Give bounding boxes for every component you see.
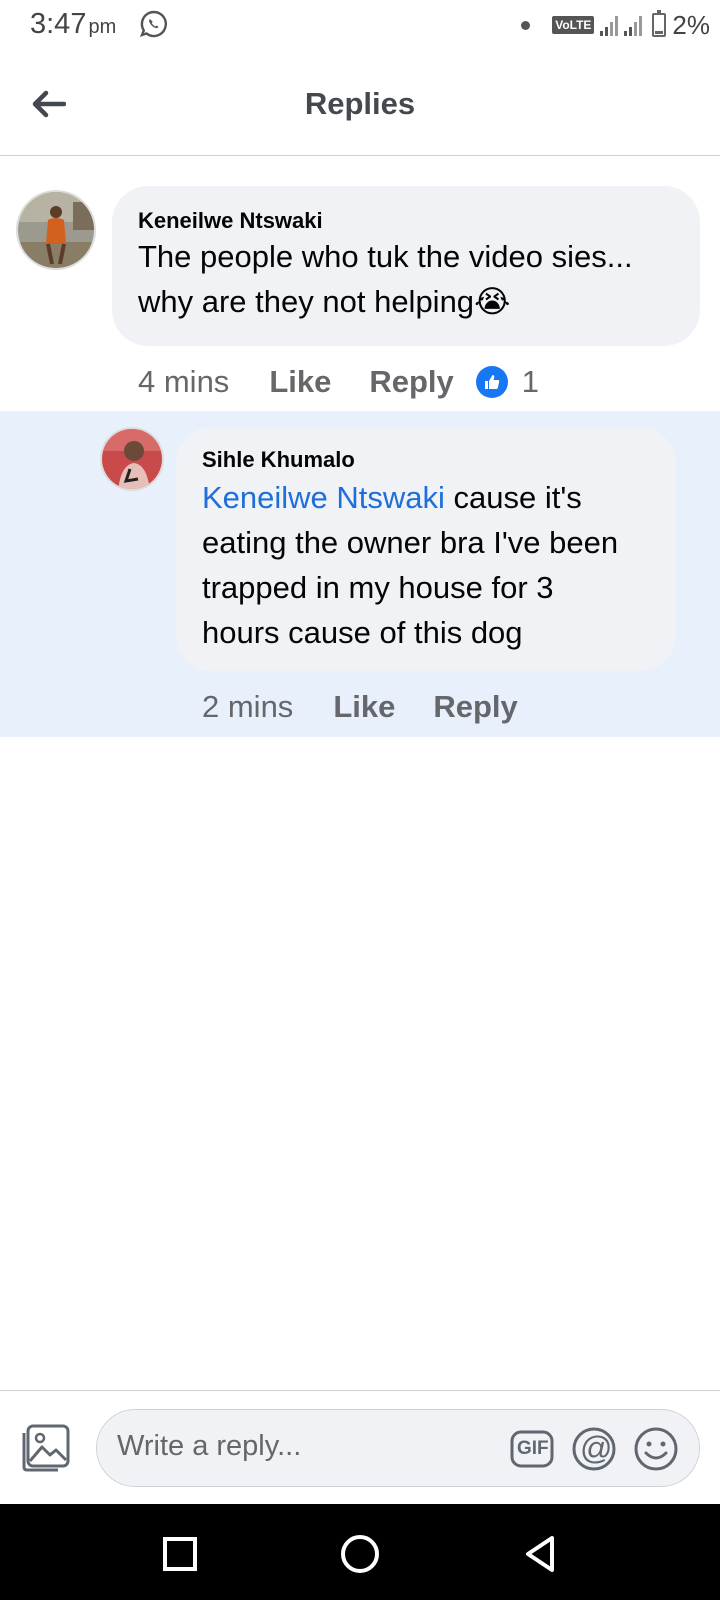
crying-emoji-icon: 😭 <box>474 284 511 319</box>
reply-avatar-photo <box>102 429 162 489</box>
comment-bubble[interactable]: Keneilwe Ntswaki The people who tuk the … <box>112 186 700 346</box>
mention-link[interactable]: Keneilwe Ntswaki <box>202 480 445 515</box>
reply-input-placeholder: Write a reply... <box>117 1430 302 1462</box>
home-icon[interactable] <box>338 1532 382 1576</box>
reply-text-line3: trapped in my house for 3 <box>202 570 554 605</box>
like-button[interactable]: Like <box>269 364 331 400</box>
thumbs-up-icon <box>484 375 500 389</box>
like-reaction-icon[interactable] <box>475 366 508 398</box>
comment: Keneilwe Ntswaki The people who tuk the … <box>0 186 720 406</box>
like-count: 1 <box>521 364 540 399</box>
photo-gallery-icon[interactable] <box>20 1423 72 1473</box>
reply-text: Keneilwe Ntswaki cause it's eating the o… <box>202 475 672 655</box>
mention-symbol: @ <box>580 1430 613 1466</box>
whatsapp-icon <box>139 10 167 38</box>
reply-text-line1-rest: cause it's <box>444 480 582 515</box>
battery-percentage: 2% <box>672 9 710 40</box>
reply-bubble[interactable]: Sihle Khumalo Keneilwe Ntswaki cause it'… <box>176 427 676 671</box>
reply-reply-button[interactable]: Reply <box>433 689 517 725</box>
system-nav-bar <box>0 1504 720 1600</box>
comment-time: 4 mins <box>138 364 230 399</box>
reply-text-line4: hours cause of this dog <box>202 615 523 650</box>
signal-icon-2 <box>624 14 643 36</box>
comment-text-line1: The people who tuk the video sies... <box>138 239 633 274</box>
header: Replies <box>0 52 720 156</box>
mention-icon[interactable]: @ <box>571 1426 617 1472</box>
recent-apps-icon[interactable] <box>158 1532 202 1576</box>
avatar[interactable] <box>16 190 96 270</box>
reply-time: 2 mins <box>202 689 294 724</box>
gif-label: GIF <box>517 1438 549 1459</box>
avatar-photo <box>18 192 94 268</box>
battery-icon <box>652 10 667 37</box>
reply-author[interactable]: Sihle Khumalo <box>202 447 355 473</box>
reply-button[interactable]: Reply <box>369 364 453 400</box>
comment-actions: 4 mins Like Reply 1 <box>138 362 539 402</box>
reply-highlight: Sihle Khumalo Keneilwe Ntswaki cause it'… <box>0 411 720 737</box>
reply-input[interactable]: Write a reply... GIF @ <box>96 1409 700 1487</box>
reply-composer: Write a reply... GIF @ <box>0 1390 720 1504</box>
emoji-icon[interactable] <box>633 1426 679 1472</box>
reply-actions: 2 mins Like Reply <box>202 687 556 727</box>
comment-text-line2: why are they not helping😭 <box>138 279 698 324</box>
status-time-value: 3:47 <box>30 8 87 40</box>
status-time-ampm: pm <box>88 16 117 38</box>
reply-text-line1: Keneilwe Ntswaki cause it's <box>202 475 672 520</box>
reply-text-line2: eating the owner bra I've been <box>202 525 619 560</box>
page-title: Replies <box>304 86 416 121</box>
comment-text-line2-text: why are they not helping <box>138 284 475 319</box>
status-indicators: VoLTE 2% <box>521 8 710 42</box>
reply-avatar[interactable] <box>100 427 164 491</box>
back-nav-icon[interactable] <box>518 1532 562 1576</box>
gif-icon[interactable]: GIF <box>509 1426 555 1472</box>
comment-author[interactable]: Keneilwe Ntswaki <box>138 208 323 234</box>
signal-icon <box>600 14 619 36</box>
status-time: 3:47 pm <box>30 8 116 41</box>
comment-text: The people who tuk the video sies... why… <box>138 234 698 324</box>
reply-like-button[interactable]: Like <box>333 689 395 725</box>
volte-badge: VoLTE <box>552 16 595 34</box>
notification-dot-icon <box>521 20 531 30</box>
status-bar: 3:47 pm VoLTE 2% <box>0 0 720 52</box>
